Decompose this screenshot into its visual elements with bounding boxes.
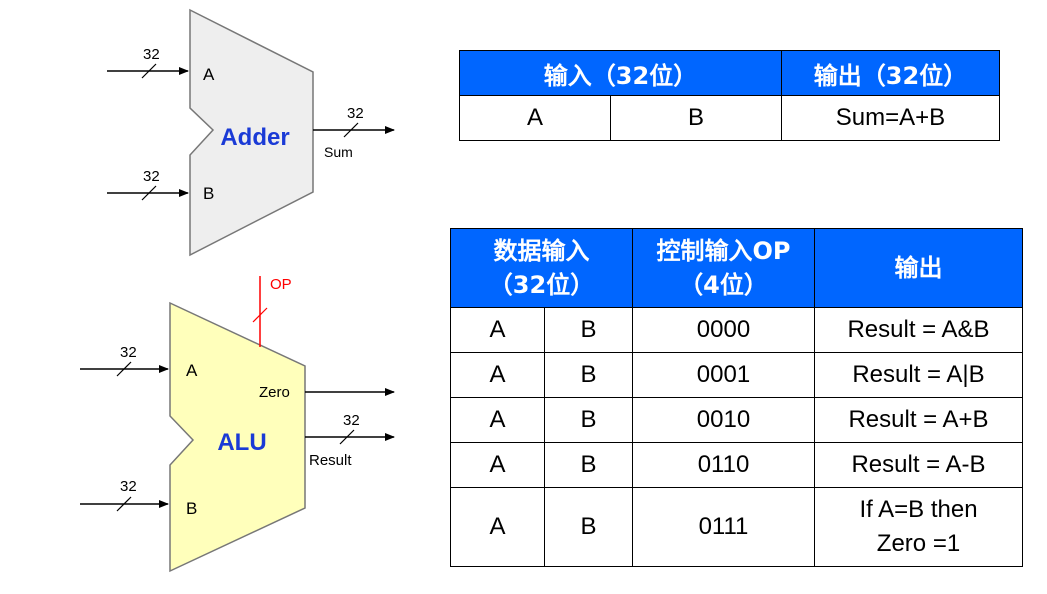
adder-input-b-width: 32 [143,168,160,185]
alu-result-width: 32 [343,412,360,429]
alu-op-label: OP [270,276,292,293]
alu-table-cell-output: Result = A&B [814,307,1023,353]
alu-table-header-row: 数据输入 （32位） 控制输入OP （4位） 输出 [450,228,1023,308]
alu-table-cell-output: Result = A|B [814,352,1023,398]
alu-table-cell-a: A [450,352,545,398]
alu-table-cell-a: A [450,397,545,443]
alu-input-a-label: A [186,361,198,380]
alu-table-cell-b: B [544,307,633,353]
alu-result-label: Result [309,452,352,469]
table-row: A B Sum=A+B [459,95,1000,141]
adder-output-sum-label: Sum [324,144,353,160]
alu-table-header-output: 输出 [814,228,1023,308]
table-row: A B 0001 Result = A|B [450,352,1023,398]
alu-input-b-width: 32 [120,478,137,495]
alu-table-cell-output: Result = A-B [814,442,1023,488]
adder-table-header-row: 输入（32位） 输出（32位） [459,50,1000,96]
adder-table-cell-sum: Sum=A+B [781,95,1000,141]
adder-input-a-width: 32 [143,46,160,63]
alu-unit: ALU A B 32 32 OP Zero 32 Result [80,276,395,573]
alu-table-cell-b: B [544,397,633,443]
alu-table-cell-b: B [544,487,633,567]
adder-output-width: 32 [347,105,364,122]
adder-input-b-label: B [203,184,214,203]
alu-table-cell-output: Result = A+B [814,397,1023,443]
alu-table: 数据输入 （32位） 控制输入OP （4位） 输出 A B 0000 Resul… [450,228,1023,567]
adder-unit: Adder A B 32 32 32 Sum [107,8,395,257]
adder-table-cell-a: A [459,95,611,141]
alu-input-a-width: 32 [120,344,137,361]
alu-table-header-control-input: 控制输入OP （4位） [632,228,815,308]
adder-name: Adder [220,124,289,151]
adder-table-header-output: 输出（32位） [781,50,1000,96]
adder-table-cell-b: B [610,95,782,141]
alu-name: ALU [217,429,266,456]
alu-table-cell-op: 0110 [632,442,815,488]
alu-table-cell-b: B [544,442,633,488]
table-row: A B 0000 Result = A&B [450,307,1023,353]
adder-table-header-input: 输入（32位） [459,50,782,96]
alu-table-cell-a: A [450,487,545,567]
alu-table-header-data-input: 数据输入 （32位） [450,228,633,308]
table-row: A B 0111 If A=B then Zero =1 [450,487,1023,567]
alu-input-b-label: B [186,499,197,518]
adder-input-a-label: A [203,65,215,84]
table-row: A B 0010 Result = A+B [450,397,1023,443]
alu-zero-label: Zero [259,384,290,401]
alu-table-cell-op: 0000 [632,307,815,353]
table-row: A B 0110 Result = A-B [450,442,1023,488]
alu-table-cell-a: A [450,307,545,353]
adder-table: 输入（32位） 输出（32位） A B Sum=A+B [459,50,1000,141]
alu-table-cell-b: B [544,352,633,398]
alu-table-cell-op: 0001 [632,352,815,398]
alu-table-cell-op: 0010 [632,397,815,443]
alu-table-cell-output: If A=B then Zero =1 [814,487,1023,567]
alu-table-cell-op: 0111 [632,487,815,567]
alu-table-cell-a: A [450,442,545,488]
